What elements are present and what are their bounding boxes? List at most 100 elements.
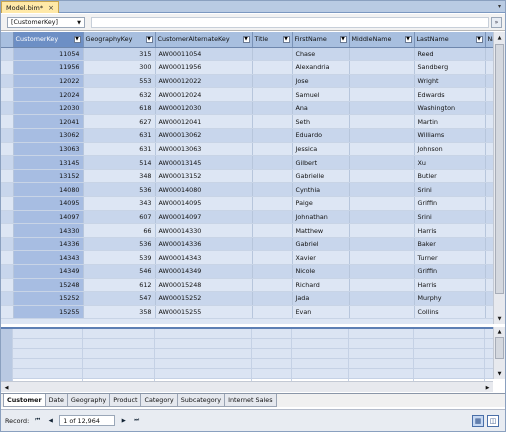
table-cell[interactable]: Richard [292, 278, 350, 293]
measure-grid-cell[interactable] [83, 329, 155, 381]
table-cell[interactable]: Ana [292, 101, 350, 116]
table-cell[interactable] [485, 305, 493, 320]
table-row[interactable]: 14095 343 AW00014095 Paige Griffin [1, 196, 493, 211]
table-cell[interactable] [485, 223, 493, 238]
row-header[interactable] [1, 47, 14, 62]
table-cell[interactable]: 627 [83, 114, 156, 130]
table-cell[interactable] [485, 101, 493, 116]
table-cell[interactable] [252, 142, 293, 157]
column-header[interactable]: CustomerAlternateKey ▼ [155, 32, 253, 48]
table-row[interactable]: 14336 536 AW00014336 Gabriel Baker [1, 237, 493, 252]
column-header[interactable]: LastName ▼ [414, 32, 486, 48]
row-header[interactable] [1, 278, 14, 293]
table-cell[interactable]: AW00014095 [155, 196, 253, 211]
tab-list-dropdown-icon[interactable]: ▾ [498, 3, 501, 10]
horizontal-scrollbar[interactable]: ◀ ▶ [1, 381, 493, 392]
table-cell[interactable]: 607 [83, 210, 156, 225]
column-header[interactable]: CustomerKey ▼ [13, 32, 84, 48]
table-cell[interactable] [349, 128, 415, 143]
scroll-down-icon[interactable]: ▼ [495, 314, 504, 323]
chevron-down-icon[interactable]: ▼ [74, 18, 84, 27]
table-row[interactable]: 12041 627 AW00012041 Seth Martin [1, 114, 493, 130]
table-cell[interactable] [485, 47, 493, 62]
table-cell[interactable] [349, 169, 415, 184]
sheet-tab[interactable]: Customer [3, 394, 46, 407]
table-cell[interactable]: Gilbert [292, 155, 350, 170]
table-cell[interactable]: AW00013063 [155, 142, 253, 157]
table-cell[interactable]: Collins [414, 305, 486, 320]
row-header[interactable] [1, 250, 14, 265]
table-cell[interactable] [349, 210, 415, 225]
filter-dropdown-icon[interactable]: ▼ [339, 36, 347, 43]
row-header[interactable] [1, 128, 14, 143]
table-cell[interactable] [252, 196, 293, 211]
table-cell[interactable]: Paige [292, 196, 350, 211]
table-cell[interactable]: 348 [83, 169, 156, 184]
table-cell[interactable] [252, 47, 293, 62]
table-cell[interactable] [485, 250, 493, 265]
table-cell[interactable]: AW00015252 [155, 291, 253, 306]
document-tab-model[interactable]: Model.bim* × [1, 1, 59, 13]
table-cell[interactable] [349, 60, 415, 75]
table-cell[interactable]: Wright [414, 74, 486, 89]
row-header[interactable] [1, 114, 14, 130]
table-cell[interactable] [349, 264, 415, 279]
table-cell[interactable]: Srini [414, 182, 486, 198]
table-cell[interactable] [252, 250, 293, 265]
table-cell[interactable]: AW00013145 [155, 155, 253, 170]
table-row[interactable]: 11054 315 AW00011054 Chase Reed [1, 47, 493, 62]
filter-dropdown-icon[interactable]: ▼ [282, 36, 290, 43]
table-cell[interactable] [485, 60, 493, 75]
table-cell[interactable] [485, 142, 493, 157]
table-cell[interactable] [349, 101, 415, 116]
table-cell[interactable]: 14095 [13, 196, 84, 211]
column-selector-combo[interactable]: [CustomerKey] ▼ [7, 17, 85, 28]
measure-grid-cell[interactable] [252, 329, 292, 381]
table-row[interactable]: 14343 539 AW00014343 Xavier Turner [1, 250, 493, 265]
expand-formula-button[interactable]: » [491, 17, 502, 28]
table-row[interactable]: 12022 553 AW00012022 Jose Wright [1, 74, 493, 89]
table-cell[interactable]: Gabriel [292, 237, 350, 252]
row-header[interactable] [1, 87, 14, 102]
table-cell[interactable]: 15255 [13, 305, 84, 320]
table-cell[interactable]: Griffin [414, 196, 486, 211]
table-cell[interactable] [349, 305, 415, 320]
table-cell[interactable]: 14097 [13, 210, 84, 225]
scroll-right-icon[interactable]: ▶ [483, 383, 492, 392]
table-cell[interactable]: Alexandria [292, 60, 350, 75]
table-row[interactable]: 14097 607 AW00014097 Johnathan Srini [1, 210, 493, 225]
table-row[interactable]: 15255 358 AW00015255 Evan Collins [1, 305, 493, 320]
table-cell[interactable]: Washington [414, 101, 486, 116]
column-header[interactable]: MiddleName ▼ [349, 32, 415, 48]
table-cell[interactable]: Baker [414, 237, 486, 252]
table-cell[interactable]: Jada [292, 291, 350, 306]
filter-dropdown-icon[interactable]: ▼ [475, 36, 483, 43]
measure-grid[interactable] [1, 327, 493, 381]
table-row[interactable]: 14349 546 AW00014349 Nicole Griffin [1, 264, 493, 279]
table-cell[interactable]: Sandberg [414, 60, 486, 75]
table-cell[interactable] [485, 264, 493, 279]
table-cell[interactable] [485, 278, 493, 293]
table-cell[interactable]: Chase [292, 47, 350, 62]
table-row[interactable]: 15248 612 AW00015248 Richard Harris [1, 278, 493, 293]
select-all-corner[interactable] [1, 32, 14, 48]
scroll-left-icon[interactable]: ◀ [2, 383, 11, 392]
table-row[interactable]: 13152 348 AW00013152 Gabrielle Butler [1, 169, 493, 184]
table-cell[interactable] [252, 264, 293, 279]
scroll-up-icon[interactable]: ▲ [495, 33, 504, 42]
row-header[interactable] [1, 142, 14, 157]
table-cell[interactable]: Edwards [414, 87, 486, 102]
table-cell[interactable] [349, 87, 415, 102]
row-header[interactable] [1, 291, 14, 306]
measure-grid-cell[interactable] [414, 329, 485, 381]
table-cell[interactable]: 553 [83, 74, 156, 89]
table-cell[interactable]: Harris [414, 223, 486, 238]
table-cell[interactable]: 546 [83, 264, 156, 279]
table-row[interactable]: 13145 514 AW00013145 Gilbert Xu [1, 155, 493, 170]
table-cell[interactable] [252, 210, 293, 225]
table-cell[interactable]: 315 [83, 47, 156, 62]
table-cell[interactable]: AW00012041 [155, 114, 253, 130]
table-cell[interactable]: AW00015255 [155, 305, 253, 320]
table-cell[interactable] [252, 182, 293, 198]
row-header[interactable] [1, 155, 14, 170]
